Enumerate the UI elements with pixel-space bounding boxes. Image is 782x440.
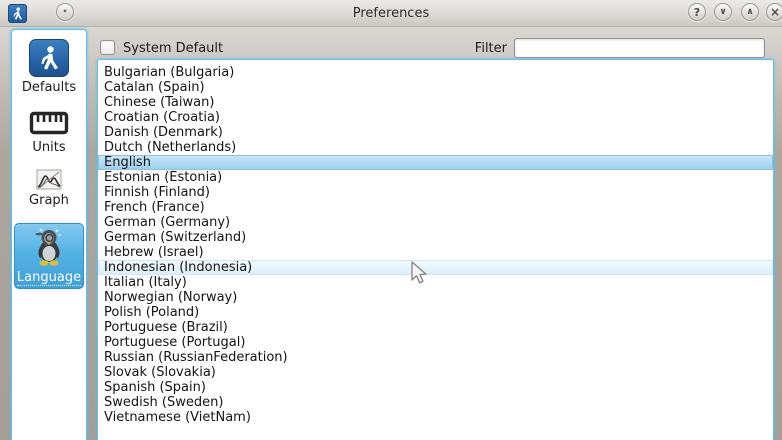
list-item[interactable]: French (France) — [98, 200, 773, 215]
list-item[interactable]: Slovak (Slovakia) — [98, 365, 773, 380]
ruler-icon — [29, 109, 69, 137]
hiker-icon — [29, 39, 69, 77]
filter-input[interactable] — [514, 38, 765, 58]
penguin-icon — [29, 225, 69, 267]
list-item[interactable]: Catalan (Spain) — [98, 80, 773, 95]
list-item[interactable]: Bulgarian (Bulgaria) — [98, 65, 773, 80]
language-list[interactable]: Bulgarian (Bulgaria)Catalan (Spain)Chine… — [97, 59, 774, 440]
list-item[interactable]: English — [98, 155, 773, 170]
sidebar-item-label: Language — [17, 270, 81, 286]
chevron-down-icon: ∨ — [719, 8, 726, 17]
list-item[interactable]: Russian (RussianFederation) — [98, 350, 773, 365]
list-item[interactable]: Hebrew (Israel) — [98, 245, 773, 260]
list-item[interactable]: Portuguese (Portugal) — [98, 335, 773, 350]
sidebar-item-label: Defaults — [22, 80, 76, 95]
sidebar-item-label: Units — [32, 140, 65, 155]
sidebar-item-defaults[interactable]: Defaults — [14, 37, 84, 98]
list-item[interactable]: Estonian (Estonia) — [98, 170, 773, 185]
list-item[interactable]: Italian (Italy) — [98, 275, 773, 290]
list-item[interactable]: Swedish (Sweden) — [98, 395, 773, 410]
titlebar: • Preferences ? ∨ ∧ × — [0, 0, 782, 27]
list-item[interactable]: Croatian (Croatia) — [98, 110, 773, 125]
system-default-label: System Default — [123, 41, 223, 56]
list-item[interactable]: Polish (Poland) — [98, 305, 773, 320]
list-item[interactable]: German (Switzerland) — [98, 230, 773, 245]
help-button[interactable]: ? — [688, 3, 706, 21]
sidebar-item-graph[interactable]: Graph — [14, 167, 84, 211]
maximize-button[interactable]: ∧ — [741, 3, 759, 21]
help-icon: ? — [694, 7, 700, 18]
list-item[interactable]: Dutch (Netherlands) — [98, 140, 773, 155]
sidebar-item-label: Graph — [29, 193, 69, 208]
window-title: Preferences — [0, 6, 782, 21]
chevron-up-icon: ∧ — [746, 8, 753, 17]
sidebar-item-units[interactable]: Units — [14, 107, 84, 158]
list-item[interactable]: Spanish (Spain) — [98, 380, 773, 395]
sidebar-item-language[interactable]: Language — [14, 223, 84, 289]
list-item[interactable]: Vietnamese (VietNam) — [98, 410, 773, 425]
preferences-sidebar: Defaults Units Graph — [11, 29, 87, 440]
list-item[interactable]: Danish (Denmark) — [98, 125, 773, 140]
list-item[interactable]: Chinese (Taiwan) — [98, 95, 773, 110]
close-icon: × — [770, 6, 780, 18]
list-item[interactable]: German (Germany) — [98, 215, 773, 230]
list-item[interactable]: Finnish (Finland) — [98, 185, 773, 200]
list-item[interactable]: Indonesian (Indonesia) — [98, 260, 773, 275]
graph-icon — [36, 169, 62, 190]
filter-label: Filter — [437, 41, 507, 56]
close-button[interactable]: × — [766, 3, 782, 21]
minimize-button[interactable]: ∨ — [714, 3, 732, 21]
list-item[interactable]: Norwegian (Norway) — [98, 290, 773, 305]
system-default-checkbox[interactable] — [100, 40, 115, 55]
list-item[interactable]: Portuguese (Brazil) — [98, 320, 773, 335]
